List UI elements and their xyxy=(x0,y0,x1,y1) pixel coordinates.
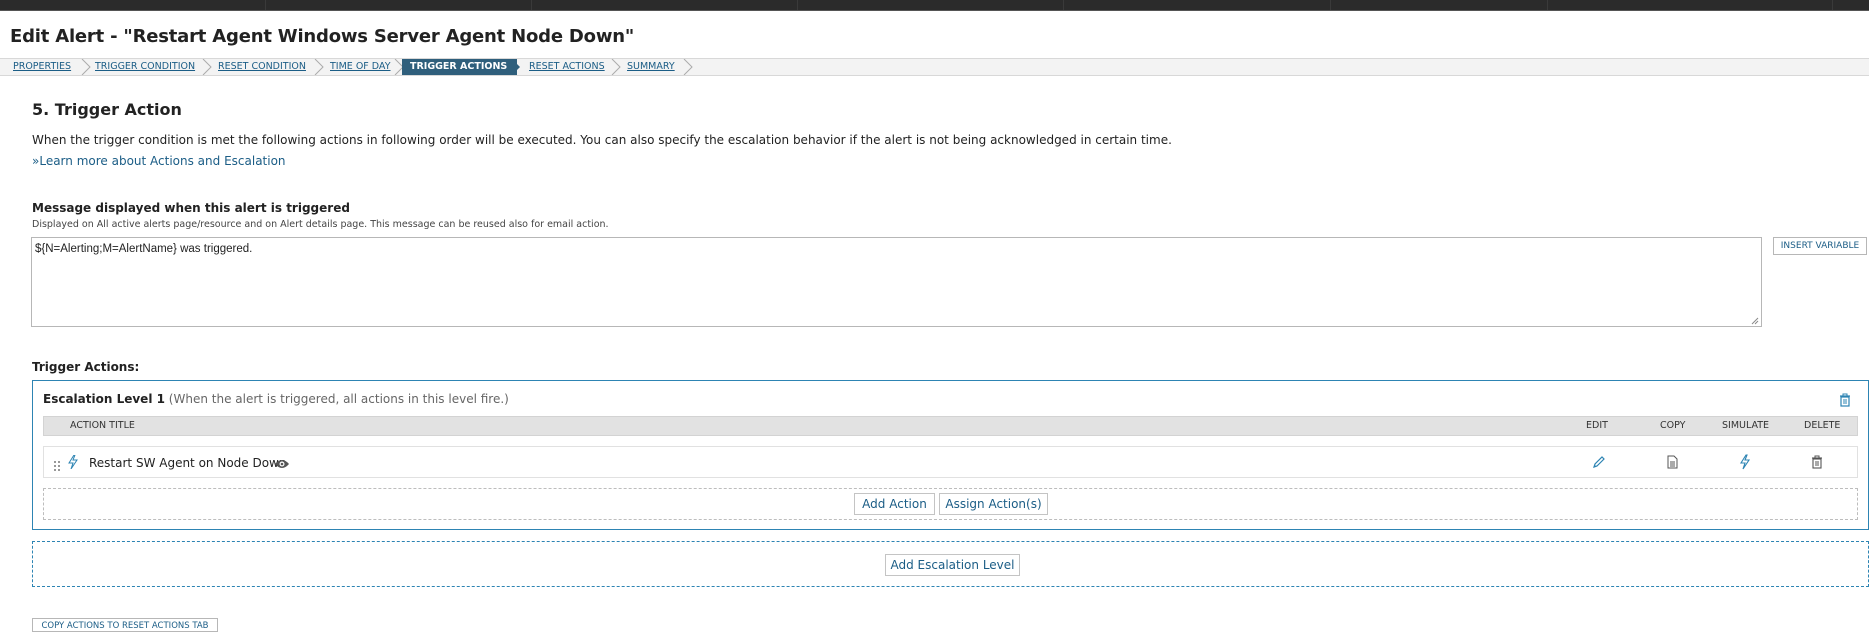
actions-table-header: ACTION TITLE EDIT COPY SIMULATE DELETE xyxy=(43,416,1858,436)
column-action-title: ACTION TITLE xyxy=(70,420,135,431)
step-reset-actions[interactable]: RESET ACTIONS xyxy=(529,59,605,75)
escalation-level-name: Escalation Level 1 xyxy=(43,392,165,406)
step-summary[interactable]: SUMMARY xyxy=(627,59,675,75)
escalation-level-note: (When the alert is triggered, all action… xyxy=(168,392,509,406)
table-row: Restart SW Agent on Node Down xyxy=(43,446,1858,478)
add-escalation-zone: Add Escalation Level xyxy=(32,541,1869,587)
add-action-drop-zone: Add Action Assign Action(s) xyxy=(43,488,1858,520)
drag-handle-icon[interactable] xyxy=(53,457,62,471)
assign-actions-button[interactable]: Assign Action(s) xyxy=(939,493,1048,515)
chevron-right-icon xyxy=(512,59,524,75)
learn-more-link[interactable]: »Learn more about Actions and Escalation xyxy=(32,154,286,168)
step-trigger-condition[interactable]: TRIGGER CONDITION xyxy=(95,59,195,75)
delete-escalation-trash-icon[interactable] xyxy=(1838,392,1852,407)
edit-pencil-icon[interactable] xyxy=(1592,454,1606,470)
escalation-level-panel: Escalation Level 1 (When the alert is tr… xyxy=(32,380,1869,530)
eye-icon[interactable] xyxy=(274,455,290,468)
wizard-steps: PROPERTIES TRIGGER CONDITION RESET CONDI… xyxy=(0,58,1869,76)
section-title: 5. Trigger Action xyxy=(32,100,182,119)
column-copy: COPY xyxy=(1660,420,1686,431)
chevron-right-icon xyxy=(313,59,325,75)
step-reset-condition[interactable]: RESET CONDITION xyxy=(218,59,306,75)
window-top-bar xyxy=(0,0,1869,11)
step-trigger-actions[interactable]: TRIGGER ACTIONS xyxy=(402,59,518,75)
delete-trash-icon[interactable] xyxy=(1810,454,1824,470)
step-properties[interactable]: PROPERTIES xyxy=(13,59,71,75)
message-value: ${N=Alerting;M=AlertName} was triggered. xyxy=(35,243,253,255)
lightning-bolt-icon xyxy=(68,454,78,470)
trigger-actions-label: Trigger Actions: xyxy=(32,360,140,374)
chevron-right-icon xyxy=(610,59,622,75)
column-delete: DELETE xyxy=(1804,420,1841,431)
page-title: Edit Alert - "Restart Agent Windows Serv… xyxy=(10,26,635,47)
section-description: When the trigger condition is met the fo… xyxy=(32,133,1172,147)
simulate-bolt-icon[interactable] xyxy=(1738,454,1752,470)
column-simulate: SIMULATE xyxy=(1722,420,1770,431)
action-title: Restart SW Agent on Node Down xyxy=(89,456,287,470)
add-escalation-level-button[interactable]: Add Escalation Level xyxy=(885,554,1020,576)
message-textarea[interactable]: ${N=Alerting;M=AlertName} was triggered. xyxy=(31,237,1762,327)
message-label: Message displayed when this alert is tri… xyxy=(32,201,350,215)
copy-actions-to-reset-button[interactable]: COPY ACTIONS TO RESET ACTIONS TAB xyxy=(32,618,218,632)
escalation-level-title: Escalation Level 1 (When the alert is tr… xyxy=(43,392,509,406)
chevron-right-icon xyxy=(682,59,694,75)
copy-document-icon[interactable] xyxy=(1665,454,1679,470)
add-action-button[interactable]: Add Action xyxy=(854,493,935,515)
chevron-right-icon xyxy=(201,59,213,75)
column-edit: EDIT xyxy=(1586,420,1608,431)
step-time-of-day[interactable]: TIME OF DAY xyxy=(330,59,391,75)
resize-grip-icon[interactable] xyxy=(1751,316,1759,325)
message-sublabel: Displayed on All active alerts page/reso… xyxy=(32,219,609,230)
chevron-right-icon xyxy=(80,59,92,75)
insert-variable-button[interactable]: INSERT VARIABLE xyxy=(1773,237,1867,255)
